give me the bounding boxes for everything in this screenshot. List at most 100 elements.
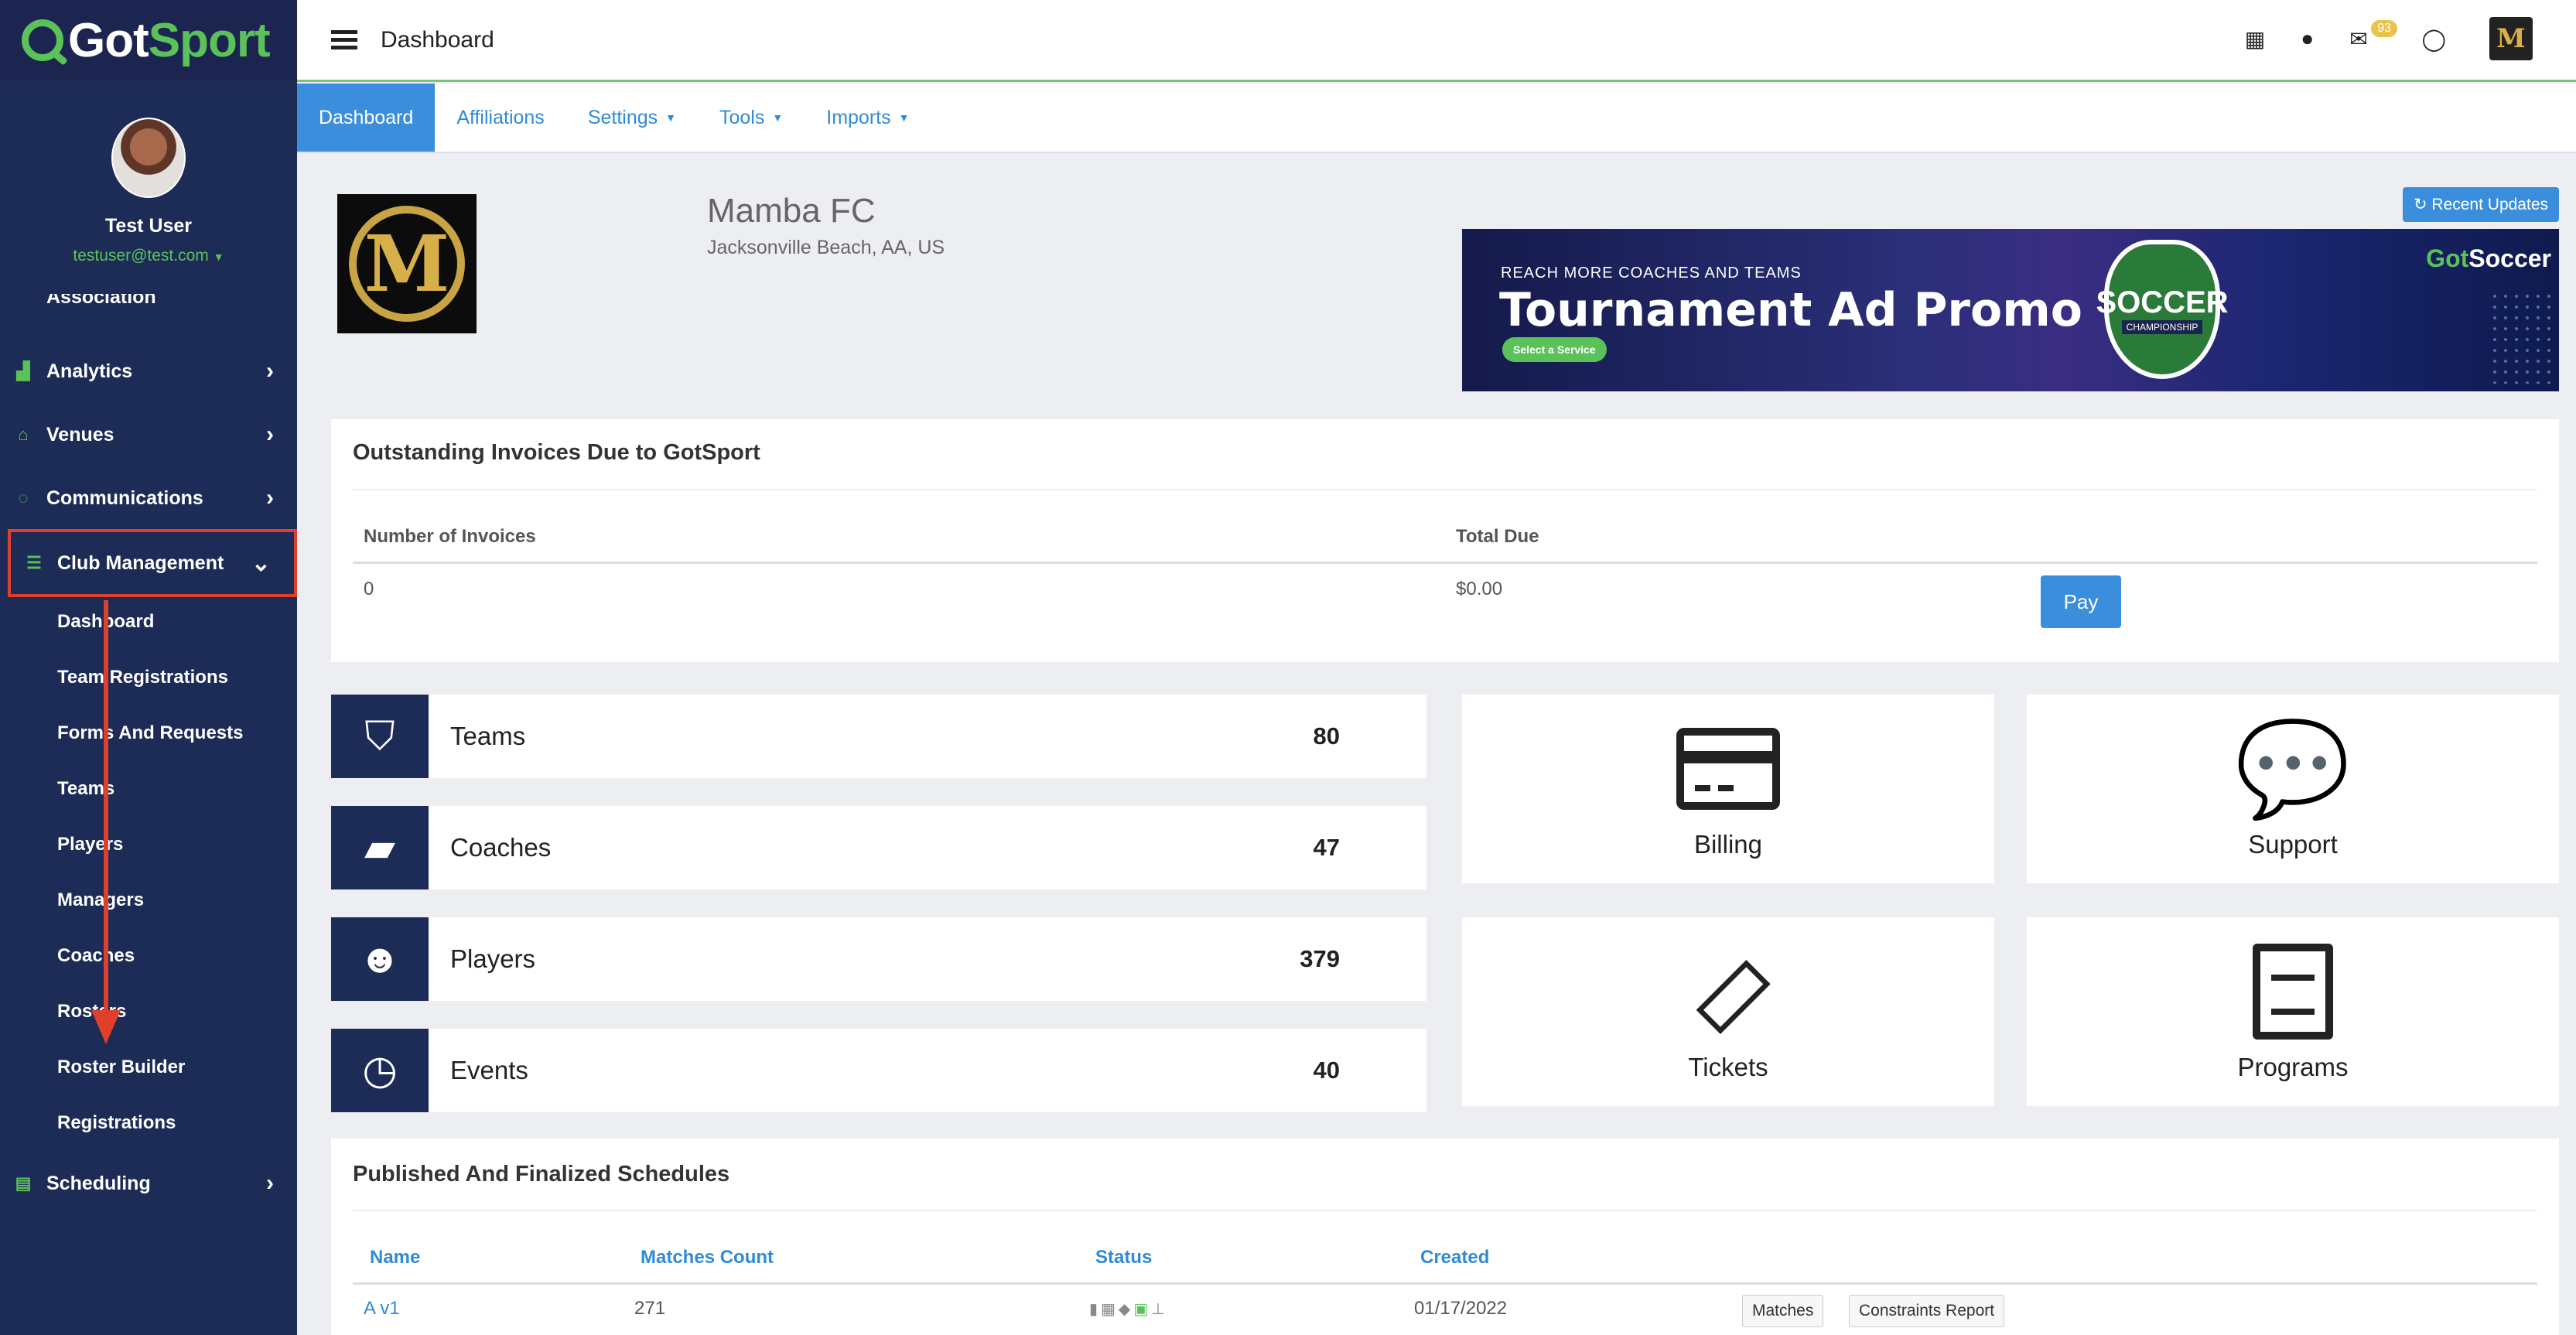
caret-down-icon: ▼ [665, 111, 677, 124]
submenu-roster-builder[interactable]: Roster Builder [57, 1057, 185, 1078]
tile-billing[interactable]: Billing [1462, 695, 1994, 883]
invoices-total-value: $0.00 [1456, 579, 1503, 599]
book-icon: ▰ [331, 806, 429, 889]
submenu-managers[interactable]: Managers [57, 889, 144, 911]
clock-icon: ◷ [331, 1029, 429, 1112]
chevron-right-icon: › [266, 485, 274, 510]
list-icon: ☰ [26, 553, 42, 572]
table-header-line [353, 562, 2537, 564]
tile-label: Programs [2237, 1053, 2349, 1081]
schedule-name-link[interactable]: A v1 [364, 1298, 400, 1320]
invoices-count-header: Number of Invoices [364, 526, 536, 547]
tab-settings[interactable]: Settings ▼ [566, 84, 698, 152]
sidebar-item-analytics[interactable]: ▟ Analytics › [0, 347, 297, 396]
sidebar-item-association[interactable]: Association [0, 294, 297, 314]
sub-navigation: Dashboard Affiliations Settings ▼ Tools ▼ … [297, 84, 2576, 153]
avatar[interactable] [111, 118, 186, 198]
tag-icon: ◆ [1118, 1301, 1131, 1318]
submenu-players[interactable]: Players [57, 834, 123, 855]
banner-cta-button[interactable]: Select a Service [1502, 337, 1607, 362]
banner-kicker: REACH MORE COACHES AND TEAMS [1501, 265, 1802, 282]
chat-icon[interactable]: ◯ [2422, 26, 2446, 52]
chevron-right-icon: › [266, 422, 274, 447]
tile-tickets[interactable]: ▭ Tickets [1462, 917, 1994, 1106]
stat-players[interactable]: ☻ Players 379 [331, 917, 1426, 1001]
column-header-created[interactable]: Created [1420, 1247, 1489, 1268]
invoices-count-value: 0 [364, 579, 374, 599]
promo-banner[interactable]: REACH MORE COACHES AND TEAMS Tournament … [1462, 229, 2559, 391]
column-header-name[interactable]: Name [370, 1247, 420, 1268]
sidebar: GotSport Test User testuser@test.com ▼ As… [0, 0, 297, 1335]
tile-support[interactable]: 💬 Support [2027, 695, 2559, 883]
envelope-icon[interactable]: ✉ 93 [2349, 19, 2397, 52]
menu-toggle-icon[interactable] [331, 26, 357, 53]
sidebar-item-club-management[interactable]: ☰ Club Management ⌄ [8, 529, 297, 597]
caret-down-icon: ▼ [898, 111, 910, 124]
user-email: testuser@test.com [73, 247, 209, 265]
tab-affiliations[interactable]: Affiliations [435, 84, 566, 152]
submenu-coaches[interactable]: Coaches [57, 945, 135, 967]
sidebar-item-communications[interactable]: ◌ Communications › [0, 473, 297, 523]
pin-icon: ⊥ [1151, 1301, 1165, 1318]
calendar-icon: ▤ [15, 1173, 32, 1193]
sidebar-item-label: Club Management [57, 551, 224, 574]
sidebar-item-venues[interactable]: ⌂ Venues › [0, 410, 297, 459]
tab-label: Imports [826, 106, 891, 128]
ticket-icon: ▭ [1660, 924, 1796, 1060]
stat-value: 40 [1313, 1057, 1340, 1084]
tab-label: Settings [587, 106, 658, 128]
user-email-dropdown[interactable]: testuser@test.com ▼ [0, 247, 297, 265]
invoices-card: Outstanding Invoices Due to GotSport Num… [331, 419, 2559, 662]
sidebar-item-scheduling[interactable]: ▤ Scheduling › [0, 1159, 297, 1208]
stat-events[interactable]: ◷ Events 40 [331, 1029, 1426, 1112]
tab-label: Affiliations [456, 106, 545, 128]
stat-teams[interactable]: ⛉ Teams 80 [331, 695, 1426, 778]
tab-tools[interactable]: Tools ▼ [698, 84, 805, 152]
caret-down-icon: ▼ [772, 111, 784, 124]
caret-down-icon: ▼ [213, 251, 224, 263]
tab-dashboard[interactable]: Dashboard [297, 84, 436, 152]
sidebar-item-label: Analytics [46, 360, 133, 382]
annotation-arrow-line [104, 600, 108, 1010]
constraints-report-button[interactable]: Constraints Report [1849, 1295, 2005, 1327]
annotation-arrow-head [91, 1010, 121, 1044]
sidebar-item-label: Venues [46, 423, 114, 446]
schedules-title: Published And Finalized Schedules [353, 1162, 730, 1186]
user-icon[interactable]: ● [2301, 26, 2314, 51]
schedule-created-date: 01/17/2022 [1414, 1298, 1508, 1319]
submenu-forms-and-requests[interactable]: Forms And Requests [57, 722, 243, 744]
share-icon: ▣ [1133, 1301, 1149, 1318]
club-logo-letter: M [349, 206, 465, 322]
user-name: Test User [104, 215, 193, 237]
stat-value: 379 [1300, 945, 1340, 972]
matches-button[interactable]: Matches [1742, 1295, 1824, 1327]
stat-value: 80 [1313, 722, 1340, 749]
club-avatar[interactable]: M [2489, 17, 2533, 60]
tile-programs[interactable]: Programs [2027, 917, 2559, 1106]
page-title: Dashboard [381, 26, 494, 53]
badge-sub: CHAMPIONSHIP [2121, 319, 2203, 334]
chat-bubbles-icon: 💬 [2235, 717, 2351, 821]
sidebar-item-label: Scheduling [46, 1172, 151, 1194]
submenu-team-registrations[interactable]: Team Registrations [57, 667, 228, 688]
tab-label: Tools [719, 106, 765, 128]
stat-coaches[interactable]: ▰ Coaches 47 [331, 806, 1426, 889]
tab-label: Dashboard [319, 106, 414, 128]
shield-icon: ⛉ [331, 695, 429, 778]
submenu-registrations[interactable]: Registrations [57, 1112, 176, 1134]
column-header-matches-count[interactable]: Matches Count [641, 1247, 774, 1268]
tile-label: Support [2248, 830, 2338, 859]
gotsport-logo[interactable]: GotSport [0, 0, 297, 80]
tab-imports[interactable]: Imports ▼ [805, 84, 931, 152]
chat-icon: ◌ [18, 488, 29, 507]
recent-updates-button[interactable]: ↻ Recent Updates [2402, 187, 2559, 222]
qr-code-icon[interactable]: ▦ [2245, 26, 2265, 52]
chart-icon: ▟ [16, 361, 30, 381]
user-profile: Test User testuser@test.com ▼ [0, 80, 297, 379]
stat-label: Teams [450, 722, 526, 750]
status-icons: ▮ ▦ ◆ ▣ ⊥ [1089, 1299, 1165, 1319]
pay-button[interactable]: Pay [2041, 575, 2121, 628]
logo-mark-icon [22, 19, 63, 61]
column-header-status[interactable]: Status [1095, 1247, 1152, 1268]
club-logo: M [337, 194, 477, 333]
